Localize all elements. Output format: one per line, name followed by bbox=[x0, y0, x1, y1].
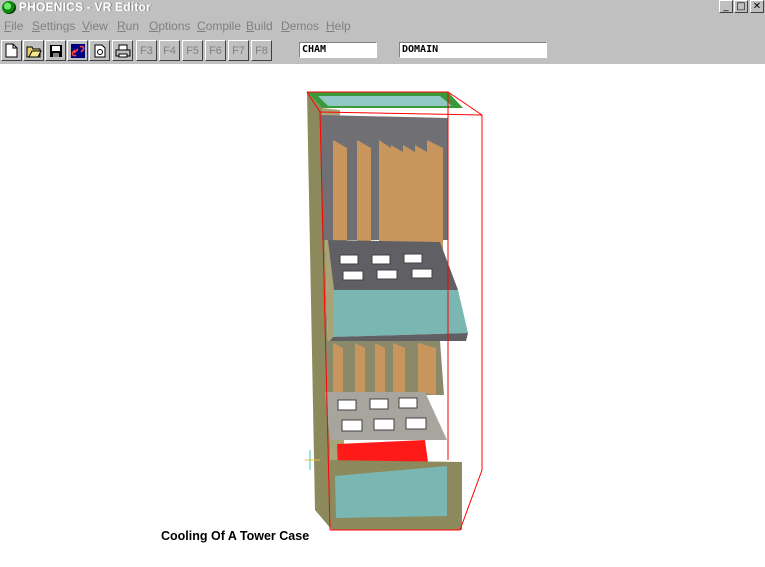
save-button[interactable] bbox=[45, 40, 66, 61]
scene-caption: Cooling Of A Tower Case bbox=[161, 529, 310, 543]
top-vent bbox=[318, 96, 452, 106]
menu-bar: File Settings View Run Options Compile B… bbox=[0, 15, 765, 37]
menu-demos[interactable]: Demos bbox=[281, 18, 319, 34]
menu-view[interactable]: View bbox=[82, 18, 108, 34]
cham-field[interactable]: CHAM bbox=[299, 42, 377, 58]
f8-button[interactable]: F8 bbox=[251, 40, 272, 61]
maximize-button[interactable]: □ bbox=[734, 0, 748, 13]
print-button[interactable] bbox=[112, 40, 133, 61]
upper-board bbox=[328, 240, 458, 290]
menu-compile[interactable]: Compile bbox=[197, 18, 241, 34]
f3-button[interactable]: F3 bbox=[136, 40, 157, 61]
vr-viewport[interactable] bbox=[0, 64, 765, 567]
menu-file[interactable]: File bbox=[4, 18, 23, 34]
phoenics-logo-icon bbox=[2, 1, 16, 14]
menu-run[interactable]: Run bbox=[117, 18, 139, 34]
menu-build[interactable]: Build bbox=[246, 18, 273, 34]
f7-button[interactable]: F7 bbox=[228, 40, 249, 61]
f6-button[interactable]: F6 bbox=[205, 40, 226, 61]
window-title: PHOENICS - VR Editor bbox=[19, 0, 152, 14]
menu-options[interactable]: Options bbox=[149, 18, 190, 34]
toolbar: F3 F4 F5 F6 F7 F8 CHAM DOMAIN bbox=[0, 37, 765, 64]
menu-help[interactable]: Help bbox=[326, 18, 351, 34]
minimize-button[interactable]: _ bbox=[719, 0, 733, 13]
new-file-icon bbox=[5, 43, 18, 58]
open-file-button[interactable] bbox=[23, 40, 44, 61]
open-folder-icon bbox=[26, 46, 42, 57]
save-disk-icon bbox=[49, 44, 62, 57]
domain-field[interactable]: DOMAIN bbox=[399, 42, 547, 58]
f4-button[interactable]: F4 bbox=[159, 40, 180, 61]
close-button[interactable]: ✕ bbox=[750, 0, 764, 13]
title-bar: PHOENICS - VR Editor _ □ ✕ bbox=[0, 0, 765, 15]
refresh-button[interactable] bbox=[89, 40, 110, 61]
printer-icon bbox=[115, 44, 130, 57]
chain-link-icon bbox=[70, 43, 85, 58]
link-button[interactable] bbox=[67, 40, 88, 61]
f5-button[interactable]: F5 bbox=[182, 40, 203, 61]
new-file-button[interactable] bbox=[1, 40, 22, 61]
refresh-document-icon bbox=[94, 44, 105, 57]
menu-settings[interactable]: Settings bbox=[32, 18, 75, 34]
